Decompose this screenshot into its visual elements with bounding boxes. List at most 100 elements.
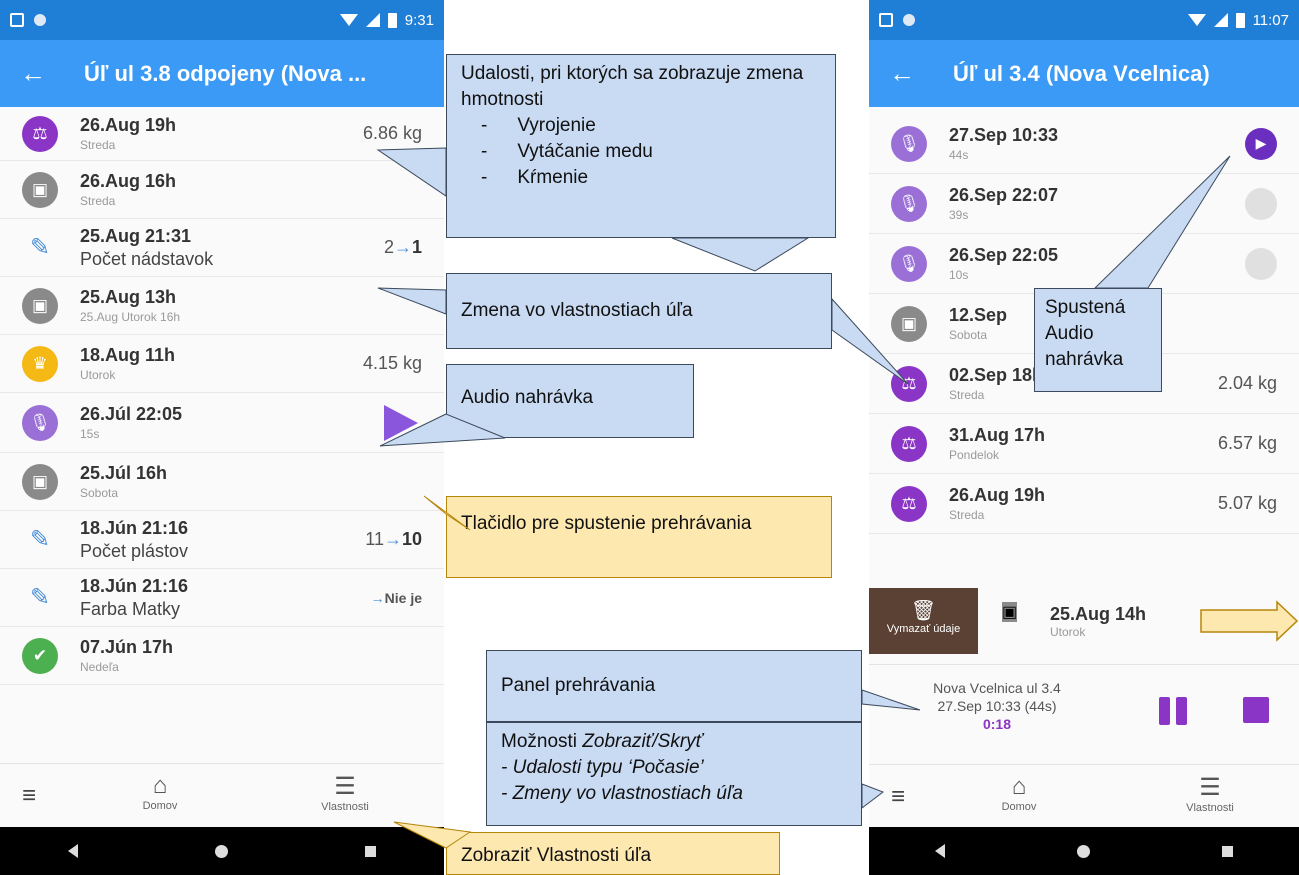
callout-text: - Zmeny vo vlastnostiach úľa	[501, 783, 743, 804]
event-sub: Streda	[80, 194, 116, 208]
nav-home-button[interactable]: ⌂ Domov	[989, 773, 1049, 813]
event-sub: 15s	[80, 427, 100, 441]
event-sub: Sobota	[80, 486, 119, 500]
home-icon: ⌂	[152, 772, 168, 799]
page-title: Úľ ul 3.8 odpojeny (Nova ...	[84, 60, 367, 86]
hive-icon: ▣	[22, 171, 58, 208]
list-item[interactable]: ✎ 18.Jún 21:16 Farba Matky →Nie je	[0, 569, 444, 627]
player-time: 0:18	[982, 716, 1012, 732]
callout-text: - Udalosti typu ‘Počasie’	[501, 757, 704, 778]
system-back-icon[interactable]	[935, 844, 945, 858]
list-item[interactable]: ⚖ 31.Aug 17h Pondelok 6.57 kg	[869, 414, 1299, 474]
event-date: 26.Sep 22:05	[949, 245, 1059, 265]
event-value: 5.07 kg	[1217, 493, 1277, 513]
play-placeholder-icon[interactable]	[1245, 187, 1277, 220]
play-icon[interactable]: ▶	[1245, 127, 1277, 160]
system-recents-icon[interactable]	[364, 845, 376, 857]
event-date: 25.Júl 16h	[80, 463, 168, 483]
event-value: →Nie je	[370, 589, 422, 606]
status-bar: 11:07	[869, 0, 1299, 40]
event-sub: Sobota	[949, 328, 988, 342]
bottom-nav: ≡ ⌂ Domov ☰ Vlastnosti	[869, 764, 1299, 828]
menu-icon[interactable]: ≡	[22, 782, 36, 810]
edit-icon: ✎	[29, 584, 51, 611]
event-date: 26.Sep 22:07	[949, 185, 1059, 205]
event-sub: Pondelok	[949, 448, 1000, 462]
player-subtitle: 27.Sep 10:33 (44s)	[937, 698, 1057, 714]
list-item[interactable]: ✔ 07.Jún 17h Nedeľa	[0, 627, 444, 685]
event-date: 31.Aug 17h	[949, 425, 1046, 445]
event-list[interactable]: ⚖ 26.Aug 19h Streda 6.86 kg ▣ 26.Aug 16h S…	[0, 107, 444, 685]
wifi-icon	[339, 14, 358, 26]
nav-home-button[interactable]: ⌂ Domov	[130, 772, 190, 812]
app-bar: ← Úľ ul 3.4 (Nova Vcelnica)	[869, 40, 1299, 107]
system-home-icon[interactable]	[214, 844, 228, 858]
nav-properties-label: Vlastnosti	[1186, 802, 1234, 814]
event-sub: Utorok	[1050, 625, 1086, 639]
nav-properties-button[interactable]: ☰ Vlastnosti	[300, 772, 390, 813]
player-panel: Nova Vcelnica ul 3.4 27.Sep 10:33 (44s) …	[869, 664, 1299, 764]
delete-data-button[interactable]: 🗑 Vymazať údaje	[869, 588, 978, 654]
event-date: 07.Jún 17h	[80, 637, 174, 657]
list-item[interactable]: ♛ 18.Aug 11h Utorok 4.15 kg	[0, 335, 444, 393]
scale-icon: ⚖	[891, 365, 927, 402]
play-placeholder-icon[interactable]	[1245, 247, 1277, 280]
callout-list-item: Vyrojenie	[481, 113, 821, 139]
event-value: 2→1	[383, 237, 422, 257]
callout-text: Audio nahrávka	[461, 387, 594, 408]
event-date: 12.Sep	[949, 305, 1008, 325]
callout-property-change: Zmena vo vlastnostiach úľa	[446, 273, 832, 349]
callout-player-panel: Panel prehrávania	[486, 650, 862, 722]
list-item[interactable]: ⚖ 26.Aug 19h Streda 6.86 kg	[0, 107, 444, 161]
play-icon[interactable]	[384, 404, 418, 441]
callout-audio-recording: Audio nahrávka	[446, 364, 694, 438]
list-item[interactable]: ✎ 18.Jún 21:16 Počet plástov 11→10	[0, 511, 444, 569]
system-back-icon[interactable]	[68, 844, 79, 858]
event-date: 18.Jún 21:16	[80, 575, 189, 596]
system-recents-icon[interactable]	[1222, 845, 1233, 857]
event-sub: 39s	[949, 208, 969, 222]
status-bar: 9:31	[0, 0, 444, 40]
callout-show-properties: Zobraziť Vlastnosti úľa	[446, 832, 780, 875]
signal-icon	[365, 13, 380, 27]
event-value: 6.86 kg	[362, 123, 422, 143]
nav-properties-label: Vlastnosti	[321, 801, 369, 813]
list-item[interactable]: ▣ 25.Aug 13h 25.Aug Utorok 16h	[0, 277, 444, 335]
event-sub: 25.Aug Utorok 16h	[80, 310, 181, 324]
swipe-row[interactable]: 🗑 Vymazať údaje ▣ 25.Aug 14h Utorok	[869, 588, 1299, 654]
list-item[interactable]: 🎙 26.Júl 22:05 15s	[0, 393, 444, 453]
list-item[interactable]: 🎙 26.Sep 22:07 39s	[869, 174, 1299, 234]
event-value: 6.57 kg	[1217, 433, 1277, 453]
back-arrow-icon[interactable]: ←	[20, 58, 46, 89]
app-bar: ← Úľ ul 3.8 odpojeny (Nova ...	[0, 40, 444, 107]
right-phone: 11:07 ← Úľ ul 3.4 (Nova Vcelnica) 🎙 27.S…	[869, 0, 1299, 875]
event-sub: Počet plástov	[80, 540, 189, 561]
stop-icon[interactable]	[1243, 697, 1269, 723]
list-item[interactable]: 🎙 27.Sep 10:33 44s ▶	[869, 114, 1299, 174]
list-item[interactable]: ▣ 26.Aug 16h Streda	[0, 161, 444, 219]
back-arrow-icon[interactable]: ←	[889, 58, 915, 89]
list-item[interactable]: 🎙 26.Sep 22:05 10s	[869, 234, 1299, 294]
event-sub: Streda	[949, 388, 985, 402]
system-nav-bar	[869, 827, 1299, 875]
list-item[interactable]: ▣ 25.Júl 16h Sobota	[0, 453, 444, 511]
hive-icon: ▣	[891, 305, 927, 342]
notification-icon	[10, 13, 24, 27]
event-date: 27.Sep 10:33	[949, 125, 1059, 145]
list-item[interactable]: ⚖ 26.Aug 19h Streda 5.07 kg	[869, 474, 1299, 534]
player-title: Nova Vcelnica ul 3.4	[933, 680, 1061, 696]
delete-data-label: Vymazať údaje	[886, 623, 961, 635]
callout-text: Zmena vo vlastnostiach úľa	[461, 300, 693, 321]
system-home-icon[interactable]	[1077, 844, 1090, 858]
menu-icon[interactable]: ≡	[891, 783, 905, 811]
nav-home-label: Domov	[142, 800, 178, 812]
pause-icon[interactable]	[1159, 697, 1187, 725]
event-sub: Streda	[949, 508, 985, 522]
callout-text: Spustená Audio nahrávka	[1045, 297, 1126, 370]
list-item[interactable]: ✎ 25.Aug 21:31 Počet nádstavok 2→1	[0, 219, 444, 277]
hive-icon: ▣	[22, 463, 58, 500]
nav-home-label: Domov	[1001, 801, 1037, 813]
honey-icon: ♛	[22, 345, 58, 382]
callout-text: Tlačidlo pre spustenie prehrávania	[461, 513, 752, 534]
nav-properties-button[interactable]: ☰ Vlastnosti	[1165, 773, 1255, 814]
